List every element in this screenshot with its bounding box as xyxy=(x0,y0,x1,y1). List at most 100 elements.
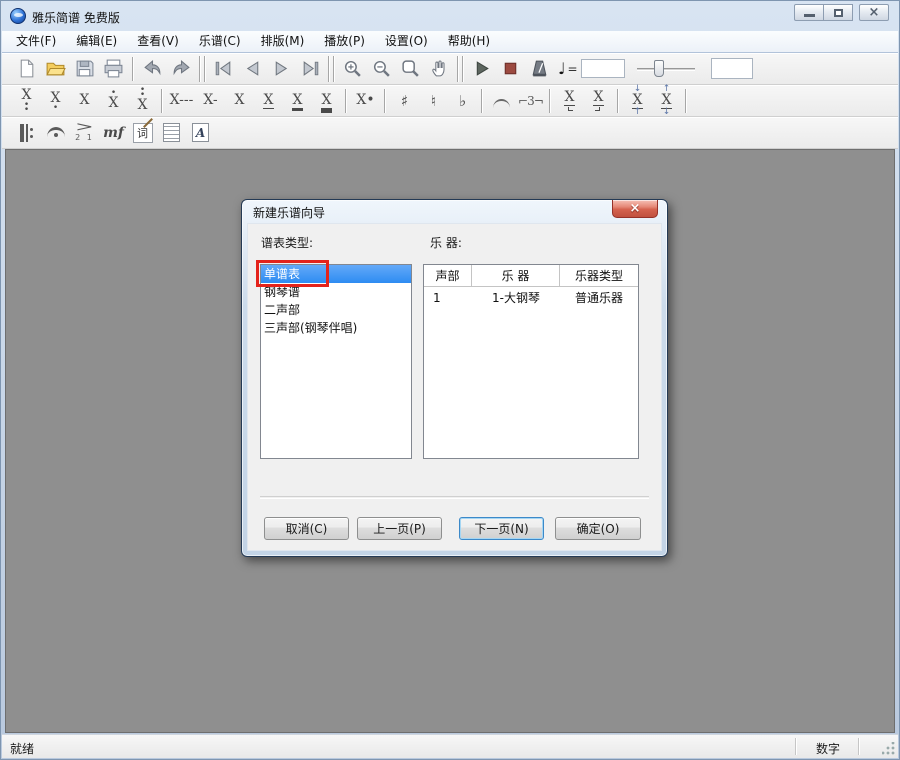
staff-type-listbox[interactable]: 单谱表 钢琴谱 二声部 三声部(钢琴伴唱) xyxy=(260,264,412,459)
column-header-instrument-type: 乐器类型 xyxy=(560,265,638,286)
dynamics-button[interactable]: mf xyxy=(99,119,128,146)
note-basic-button[interactable]: X xyxy=(70,87,99,114)
flat-button[interactable]: ♭ xyxy=(448,87,477,114)
note-octave-lower1-button[interactable]: X• xyxy=(41,87,70,114)
zoom-in-button[interactable] xyxy=(338,55,367,82)
slider-thumb[interactable] xyxy=(654,60,664,77)
toolbar-notes: X• • X• X •X • •X X--- X- X X X X X• ♯ ♮… xyxy=(2,85,898,117)
paragraph-button[interactable] xyxy=(157,119,186,146)
note-octave-lower2-button[interactable]: X• • xyxy=(12,87,41,114)
title-bar[interactable]: 雅乐简谱 免费版 × xyxy=(1,1,899,31)
octave-shift-down-button[interactable]: ↓X↑ xyxy=(623,87,652,114)
list-item-three-voices[interactable]: 三声部(钢琴伴唱) xyxy=(261,319,411,337)
octave-shift-up-icon: ↑X↓ xyxy=(661,86,673,116)
triplet-button[interactable]: ⌐3¬ xyxy=(516,87,545,114)
repeat-barline-button[interactable] xyxy=(12,119,41,146)
instrument-table[interactable]: 声部 乐 器 乐器类型 1 1-大钢琴 普通乐器 xyxy=(423,264,639,459)
sharp-button[interactable]: ♯ xyxy=(390,87,419,114)
zoom-select-button[interactable] xyxy=(396,55,425,82)
zoom-out-icon xyxy=(371,58,392,79)
stop-icon xyxy=(500,58,521,79)
note-lower2-icon: X• • xyxy=(21,88,33,113)
play-button[interactable] xyxy=(467,55,496,82)
list-item-two-voices[interactable]: 二声部 xyxy=(261,301,411,319)
metronome-button[interactable] xyxy=(525,55,554,82)
menu-play[interactable]: 播放(P) xyxy=(314,31,375,52)
eighth-note-button[interactable]: X xyxy=(254,87,283,114)
first-page-button[interactable] xyxy=(209,55,238,82)
dialog-close-button[interactable]: × xyxy=(612,200,658,218)
print-button[interactable] xyxy=(99,55,128,82)
stop-button[interactable] xyxy=(496,55,525,82)
lyrics-button[interactable]: 词 xyxy=(128,119,157,146)
separator xyxy=(199,56,206,82)
fermata-icon xyxy=(47,127,65,139)
tempo-input[interactable] xyxy=(581,59,625,78)
list-item-piano-score[interactable]: 钢琴谱 xyxy=(261,283,411,301)
quarter-note-button[interactable]: X xyxy=(225,87,254,114)
note-octave-upper1-button[interactable]: •X xyxy=(99,87,128,114)
open-file-button[interactable] xyxy=(41,55,70,82)
dotted-note-button[interactable]: X• xyxy=(351,87,380,114)
grace-note-before-button[interactable]: X xyxy=(555,87,584,114)
endings-icon: >2 1 xyxy=(75,123,94,142)
font-button[interactable]: A xyxy=(186,119,215,146)
minimize-button[interactable] xyxy=(794,4,824,21)
zoom-out-button[interactable] xyxy=(367,55,396,82)
next-page-icon xyxy=(271,58,292,79)
note-basic-icon: X xyxy=(79,93,91,108)
tempo-display-box[interactable] xyxy=(711,58,753,79)
endings-button[interactable]: >2 1 xyxy=(70,119,99,146)
slur-button[interactable] xyxy=(487,87,516,114)
slider-track xyxy=(637,68,695,71)
menu-settings[interactable]: 设置(O) xyxy=(375,31,438,52)
note-octave-upper2-button[interactable]: • •X xyxy=(128,87,157,114)
new-score-wizard-dialog: 新建乐谱向导 × 谱表类型: 乐 器: 单谱表 钢琴谱 二声部 三声部(钢琴伴唱… xyxy=(241,199,668,557)
natural-button[interactable]: ♮ xyxy=(419,87,448,114)
octave-shift-up-button[interactable]: ↑X↓ xyxy=(652,87,681,114)
menu-layout[interactable]: 排版(M) xyxy=(251,31,315,52)
undo-button[interactable] xyxy=(138,55,167,82)
sharp-icon: ♯ xyxy=(401,92,408,110)
play-icon xyxy=(471,58,492,79)
previous-page-button[interactable]: 上一页(P) xyxy=(357,517,442,540)
cancel-button[interactable]: 取消(C) xyxy=(264,517,349,540)
whole-note-button[interactable]: X--- xyxy=(167,87,196,114)
window-title: 雅乐简谱 免费版 xyxy=(32,9,120,26)
grace-note-after-button[interactable]: X xyxy=(584,87,613,114)
last-page-button[interactable] xyxy=(296,55,325,82)
instrument-table-header: 声部 乐 器 乐器类型 xyxy=(424,265,638,287)
close-button[interactable]: × xyxy=(859,4,889,21)
pan-hand-button[interactable] xyxy=(425,55,454,82)
status-bar: 就绪 数字 xyxy=(2,734,898,758)
prev-page-button[interactable] xyxy=(238,55,267,82)
next-page-button[interactable] xyxy=(267,55,296,82)
menu-help[interactable]: 帮助(H) xyxy=(438,31,500,52)
tempo-slider[interactable] xyxy=(637,59,695,79)
menu-score[interactable]: 乐谱(C) xyxy=(189,31,251,52)
flat-icon: ♭ xyxy=(459,92,466,110)
fermata-button[interactable] xyxy=(41,119,70,146)
sixteenth-note-button[interactable]: X xyxy=(283,87,312,114)
maximize-button[interactable] xyxy=(823,4,853,21)
list-item-single-staff[interactable]: 单谱表 xyxy=(261,265,411,283)
status-divider xyxy=(858,738,859,755)
next-page-button[interactable]: 下一页(N) xyxy=(459,517,544,540)
staff-type-label: 谱表类型: xyxy=(261,234,313,251)
open-file-icon xyxy=(45,58,66,79)
table-row[interactable]: 1 1-大钢琴 普通乐器 xyxy=(424,287,638,308)
whole-note-icon: X--- xyxy=(169,93,195,108)
save-button[interactable] xyxy=(70,55,99,82)
menu-edit[interactable]: 编辑(E) xyxy=(66,31,127,52)
menu-file[interactable]: 文件(F) xyxy=(6,31,66,52)
half-note-button[interactable]: X- xyxy=(196,87,225,114)
prev-page-icon xyxy=(242,58,263,79)
thirtysecond-note-button[interactable]: X xyxy=(312,87,341,114)
new-file-button[interactable] xyxy=(12,55,41,82)
dialog-body: 谱表类型: 乐 器: 单谱表 钢琴谱 二声部 三声部(钢琴伴唱) 声部 乐 器 … xyxy=(247,223,662,551)
resize-grip[interactable] xyxy=(882,742,896,756)
ok-button[interactable]: 确定(O) xyxy=(555,517,641,540)
menu-view[interactable]: 查看(V) xyxy=(127,31,189,52)
column-header-instrument: 乐 器 xyxy=(472,265,560,286)
redo-button[interactable] xyxy=(167,55,196,82)
